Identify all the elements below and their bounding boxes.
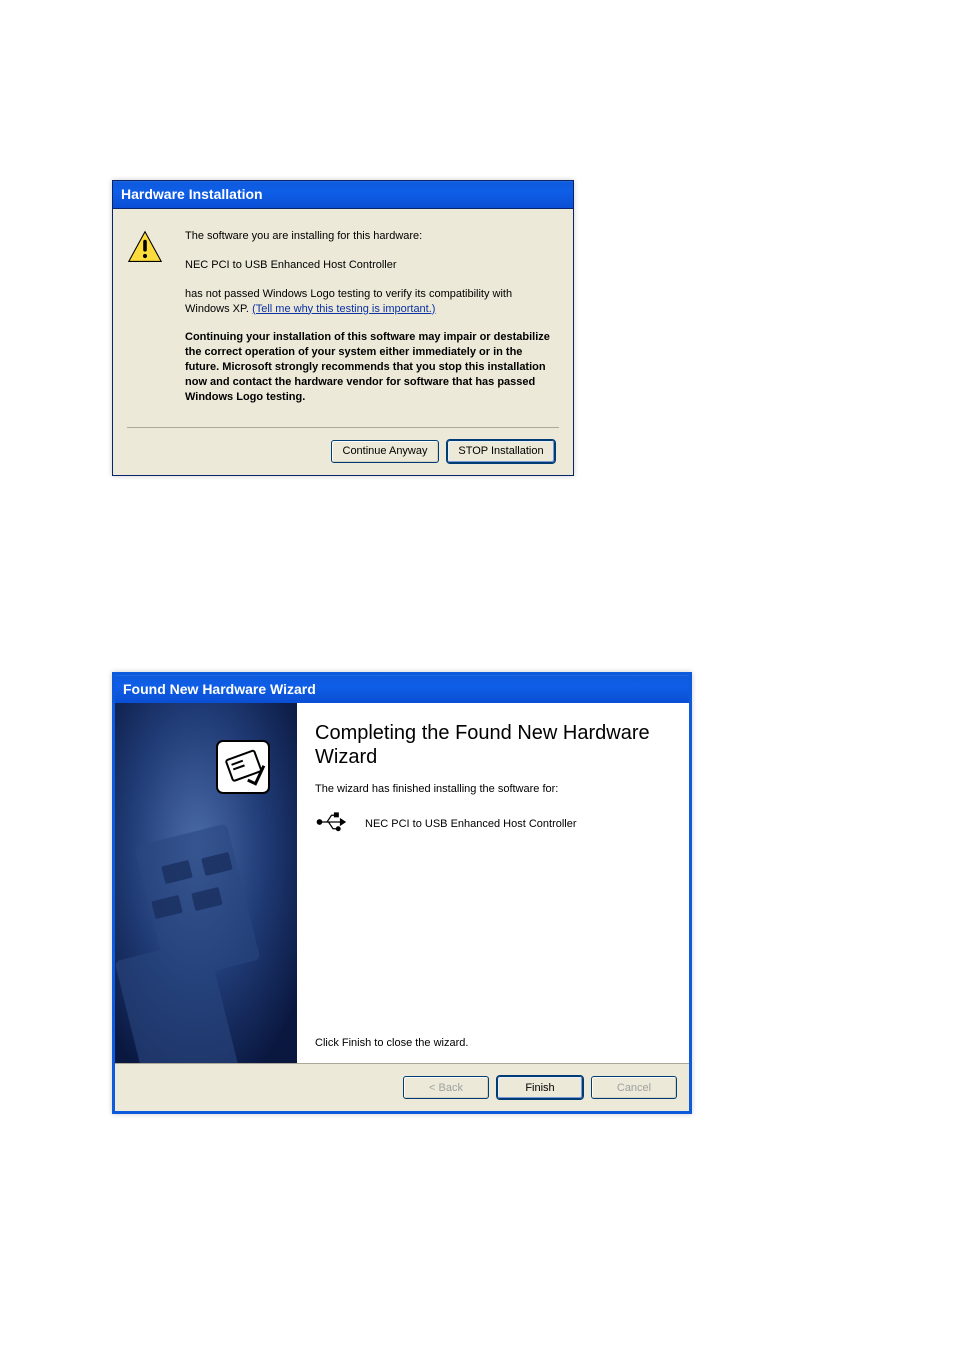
wizard-heading: Completing the Found New Hardware Wizard [315,721,669,769]
wizard-sidebar-image [115,703,297,1063]
not-passed-text: has not passed Windows Logo testing to v… [185,287,559,317]
continue-anyway-button[interactable]: Continue Anyway [331,440,439,463]
window-title: Hardware Installation [121,186,263,202]
usb-icon [315,809,351,838]
window-title: Found New Hardware Wizard [123,681,316,697]
device-name: NEC PCI to USB Enhanced Host Controller [185,258,559,273]
back-button: < Back [403,1076,489,1099]
finish-button[interactable]: Finish [497,1076,583,1099]
titlebar[interactable]: Hardware Installation [113,181,573,209]
separator [127,427,559,428]
hardware-installation-dialog: Hardware Installation The software you a… [112,180,574,476]
found-new-hardware-wizard-dialog: Found New Hardware Wizard [112,672,692,1114]
titlebar[interactable]: Found New Hardware Wizard [115,675,689,703]
wizard-subtext: The wizard has finished installing the s… [315,783,669,795]
wizard-footer-text: Click Finish to close the wizard. [315,1037,669,1053]
cancel-button: Cancel [591,1076,677,1099]
device-row: NEC PCI to USB Enhanced Host Controller [315,809,669,838]
warning-text: Continuing your installation of this sof… [185,330,559,404]
stop-installation-button[interactable]: STOP Installation [447,440,555,463]
intro-text: The software you are installing for this… [185,229,559,244]
tell-me-why-link[interactable]: (Tell me why this testing is important.) [252,303,435,315]
device-name: NEC PCI to USB Enhanced Host Controller [365,818,577,830]
dialog-body: The software you are installing for this… [113,209,573,475]
warning-icon [127,229,167,405]
